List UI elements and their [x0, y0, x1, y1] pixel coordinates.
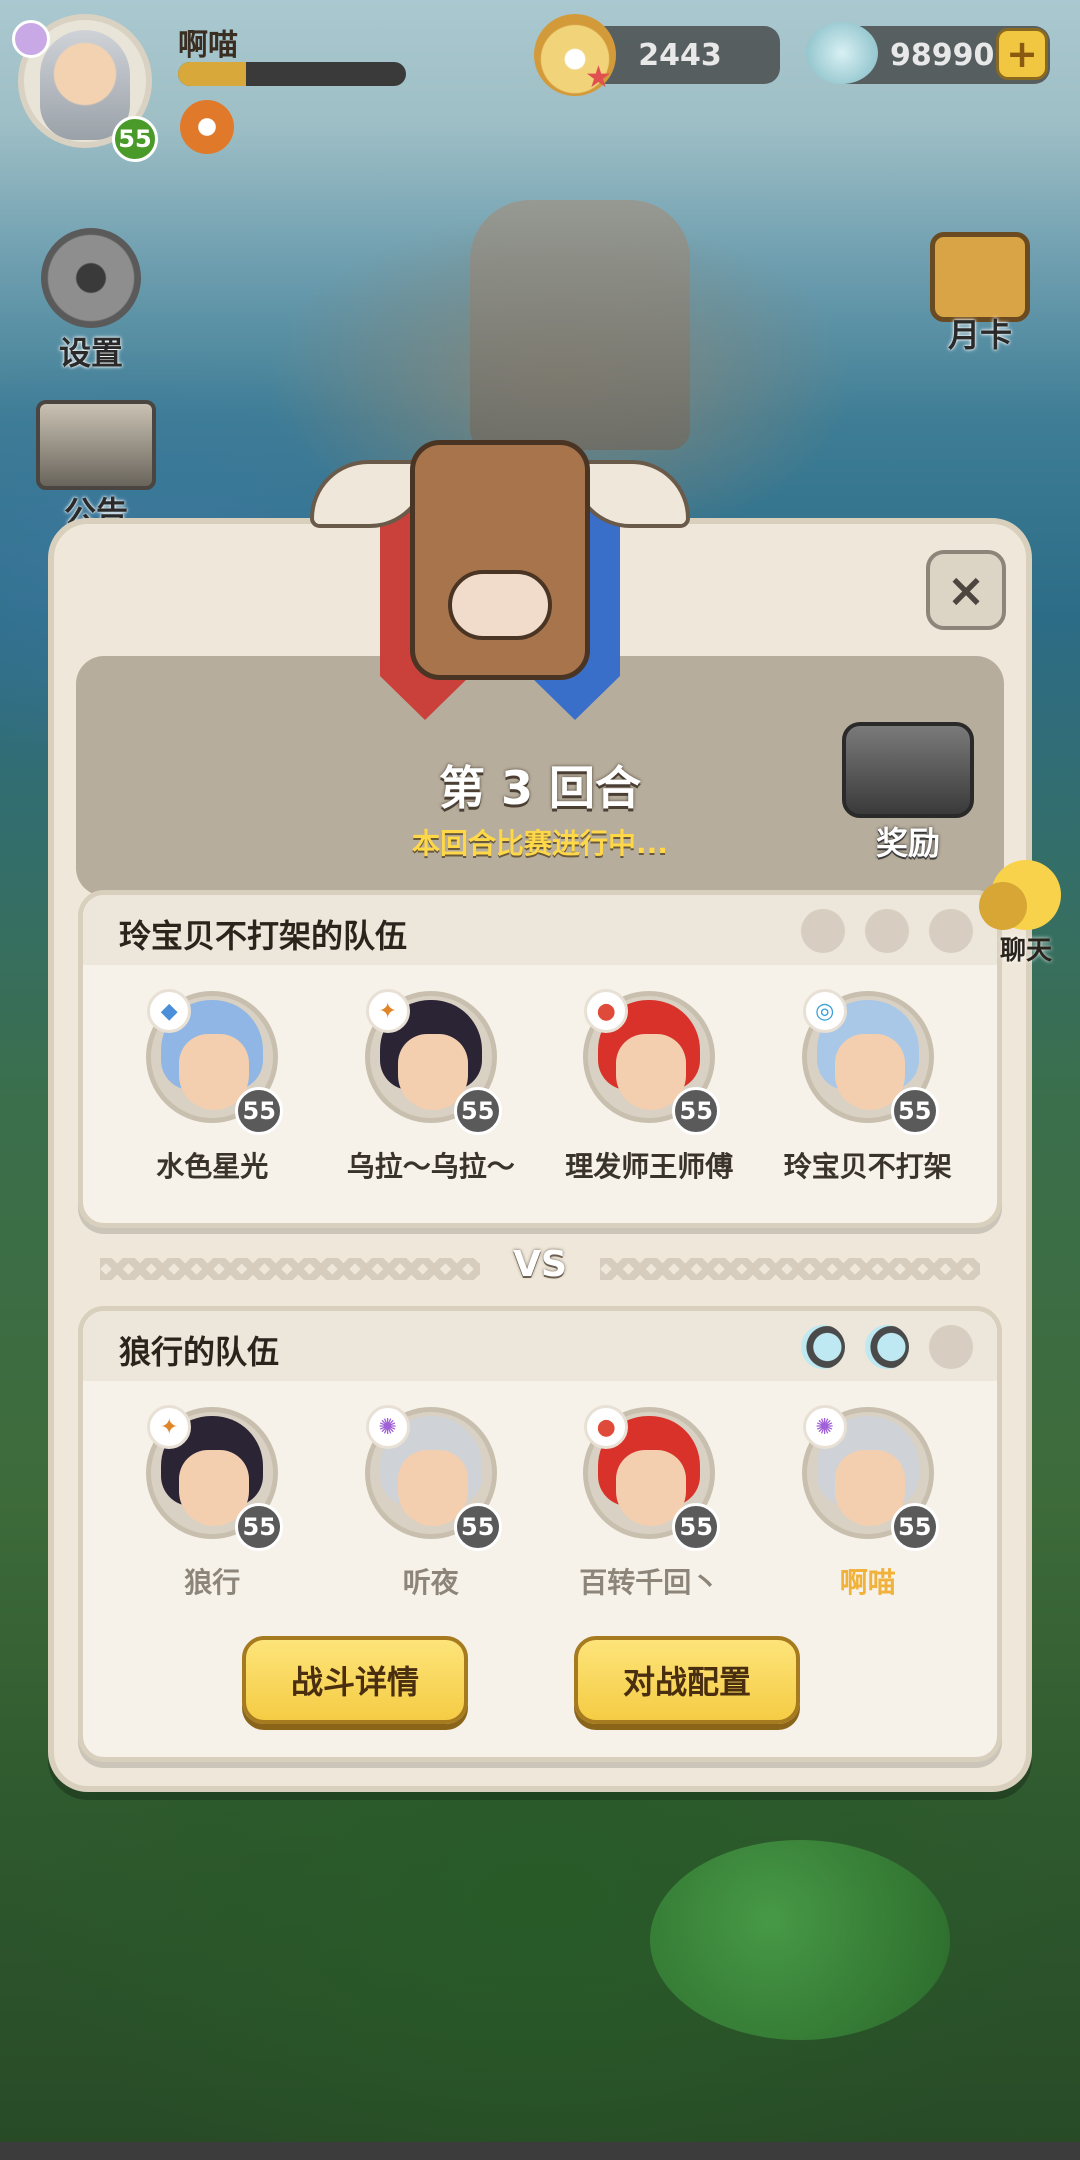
stone-totem-scenery — [470, 200, 690, 450]
shell-count: 2443 — [638, 37, 722, 73]
vs-divider: VS — [100, 1244, 980, 1294]
add-currency-button[interactable]: + — [996, 28, 1048, 80]
team-b-panel: 狼行的队伍 ✦ 55 狼行 ✺ 55 听夜 ● 55 百转千回丶 ✺ 55 啊喵 — [78, 1306, 1002, 1762]
element-icon: ✦ — [147, 1405, 192, 1449]
member-name: 理发师王师傅 — [565, 1150, 734, 1183]
member-name: 听夜 — [402, 1566, 459, 1599]
empty-pet-slot — [801, 909, 845, 953]
team-member[interactable]: ✺ 55 啊喵 — [763, 1405, 973, 1601]
chat-label: 聊天 — [999, 936, 1052, 966]
element-icon: ● — [584, 1405, 629, 1449]
member-level-badge: 55 — [453, 1087, 502, 1135]
team-b-pet-slots — [801, 1325, 973, 1369]
reward-chest-icon[interactable] — [842, 722, 974, 818]
notice-board-icon — [36, 400, 156, 490]
palm-tree-scenery — [650, 1840, 950, 2040]
close-button[interactable]: × — [926, 550, 1006, 630]
empty-pet-slot — [929, 909, 973, 953]
member-name: 乌拉～乌拉～ — [346, 1150, 515, 1183]
boar-head — [410, 440, 590, 680]
experience-fill — [178, 62, 247, 86]
player-name: 啊喵 — [178, 28, 238, 63]
battle-detail-button[interactable]: 战斗详情 — [242, 1636, 468, 1724]
reward-label[interactable]: 奖励 — [842, 818, 974, 864]
boar-snout — [448, 570, 552, 640]
member-name: 啊喵 — [839, 1566, 896, 1599]
team-member[interactable]: ● 55 百转千回丶 — [544, 1405, 754, 1601]
team-a-name: 玲宝贝不打架的队伍 — [119, 917, 408, 955]
pet-fish-icon — [801, 1325, 845, 1369]
month-card-label: 月卡 — [947, 316, 1012, 354]
member-name: 狼行 — [184, 1566, 241, 1599]
element-icon: ◆ — [147, 989, 192, 1033]
team-member[interactable]: ✦ 55 狼行 — [107, 1405, 317, 1601]
member-name: 玲宝贝不打架 — [783, 1150, 952, 1183]
team-b-header: 狼行的队伍 — [83, 1311, 997, 1381]
member-name: 百转千回丶 — [579, 1566, 720, 1599]
team-member[interactable]: ✦ 55 乌拉～乌拉～ — [326, 989, 536, 1185]
gem-count: 98990 — [890, 37, 995, 73]
team-member[interactable]: ✺ 55 听夜 — [326, 1405, 536, 1601]
element-icon: ✺ — [365, 1405, 410, 1449]
empty-pet-slot — [929, 1325, 973, 1369]
element-icon: ✦ — [365, 989, 410, 1033]
clam-gem-icon — [806, 22, 878, 84]
member-level-badge: 55 — [453, 1503, 502, 1551]
vs-label: VS — [513, 1244, 567, 1285]
bottom-bar — [0, 2142, 1080, 2160]
player-level-badge: 55 — [112, 116, 158, 162]
month-card-icon — [930, 232, 1030, 322]
team-a-header: 玲宝贝不打架的队伍 — [83, 895, 997, 965]
member-name: 水色星光 — [156, 1150, 269, 1183]
chat-bubble-back — [979, 882, 1027, 930]
chat-button[interactable]: 聊天 — [972, 860, 1080, 967]
element-badge-icon — [12, 20, 50, 58]
team-b-members: ✦ 55 狼行 ✺ 55 听夜 ● 55 百转千回丶 ✺ 55 啊喵 — [83, 1405, 997, 1601]
team-member[interactable]: ● 55 理发师王师傅 — [544, 989, 754, 1185]
empty-pet-slot — [865, 909, 909, 953]
team-a-pet-slots — [801, 909, 973, 953]
settings-label: 设置 — [58, 334, 123, 372]
experience-bar — [178, 62, 406, 86]
member-level-badge: 55 — [235, 1087, 284, 1135]
team-member[interactable]: ◆ 55 水色星光 — [107, 989, 317, 1185]
gear-icon — [41, 228, 141, 328]
notice-button[interactable]: 公告 — [26, 400, 166, 534]
member-level-badge: 55 — [235, 1503, 284, 1551]
settings-button[interactable]: 设置 — [36, 228, 146, 374]
battle-config-button[interactable]: 对战配置 — [574, 1636, 800, 1724]
element-icon: ✺ — [802, 1405, 847, 1449]
pet-fish-icon — [865, 1325, 909, 1369]
member-level-badge: 55 — [890, 1087, 939, 1135]
team-member[interactable]: ◎ 55 玲宝贝不打架 — [763, 989, 973, 1185]
member-level-badge: 55 — [890, 1503, 939, 1551]
element-icon: ● — [584, 989, 629, 1033]
member-level-badge: 55 — [672, 1087, 721, 1135]
title-medal-icon[interactable] — [180, 100, 234, 154]
boar-emblem-icon — [310, 420, 690, 750]
element-icon: ◎ — [802, 989, 847, 1033]
chat-bubble-icon — [979, 860, 1061, 930]
team-b-name: 狼行的队伍 — [119, 1333, 280, 1371]
team-a-panel: 玲宝贝不打架的队伍 ◆ 55 水色星光 ✦ 55 乌拉～乌拉～ ● 55 理发师王师傅 ◎ 55 玲宝… — [78, 890, 1002, 1228]
month-card-button[interactable]: 月卡 — [920, 232, 1040, 356]
member-level-badge: 55 — [672, 1503, 721, 1551]
team-a-members: ◆ 55 水色星光 ✦ 55 乌拉～乌拉～ ● 55 理发师王师傅 ◎ 55 玲宝贝不打架 — [83, 989, 997, 1185]
starfish-icon: ★ — [585, 60, 612, 95]
